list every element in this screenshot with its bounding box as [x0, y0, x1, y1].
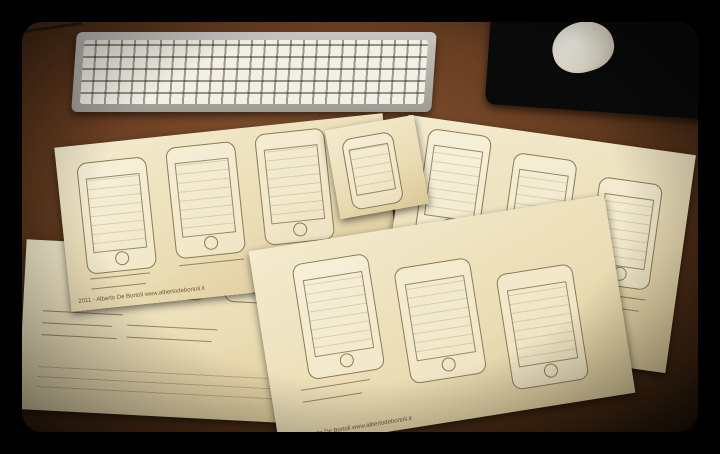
handwriting — [42, 310, 123, 316]
keyboard-cable — [22, 22, 82, 34]
phone-sketch — [76, 156, 158, 275]
ruled-lines — [36, 359, 303, 411]
photo-frame: 2011 - Alberto De Bortoli www.albertodeb… — [0, 0, 720, 454]
handwriting — [126, 336, 212, 343]
phone-sketch — [291, 252, 386, 381]
phone-sketch — [495, 263, 590, 391]
handwriting — [41, 334, 117, 340]
handwriting — [42, 322, 113, 327]
handwriting — [127, 324, 218, 331]
sketch-sheet-middle — [324, 114, 430, 220]
phone-sketch — [164, 140, 247, 260]
keyboard-keys — [79, 40, 429, 104]
phone-sketch — [340, 130, 405, 211]
phone-sketch — [254, 127, 336, 247]
handwriting — [179, 258, 245, 267]
desk-photo: 2011 - Alberto De Bortoli www.albertodeb… — [22, 22, 698, 432]
handwriting — [91, 282, 147, 290]
handwriting — [300, 378, 371, 391]
sheet-footer: 2011 - Alberto De Bortoli www.albertodeb… — [285, 415, 413, 432]
handwriting — [302, 392, 363, 403]
phone-sketch — [393, 256, 488, 385]
keyboard — [71, 32, 437, 112]
